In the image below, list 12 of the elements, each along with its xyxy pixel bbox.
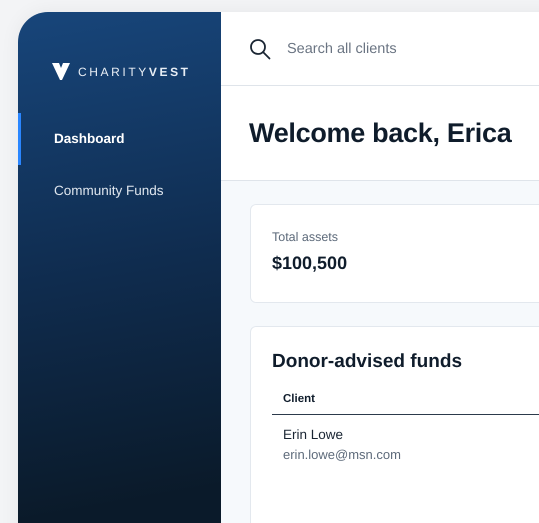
summary-label: Total assets [272,230,340,244]
nav-item[interactable]: Community Funds [18,165,221,217]
client-name: Erin Lowe [283,427,344,442]
client-email: erin.lowe@msn.com [283,447,402,462]
column-header: Client [283,393,315,405]
page-title: Welcome back, Erica [249,118,512,148]
summary-value: $100,500 [272,253,348,274]
search-icon [249,38,271,60]
search-field[interactable]: Search all clients [285,40,539,58]
logo-text: CHARITYVEST [78,64,191,78]
section-title: Donor-advised funds [272,351,464,373]
logo-icon [52,63,70,80]
